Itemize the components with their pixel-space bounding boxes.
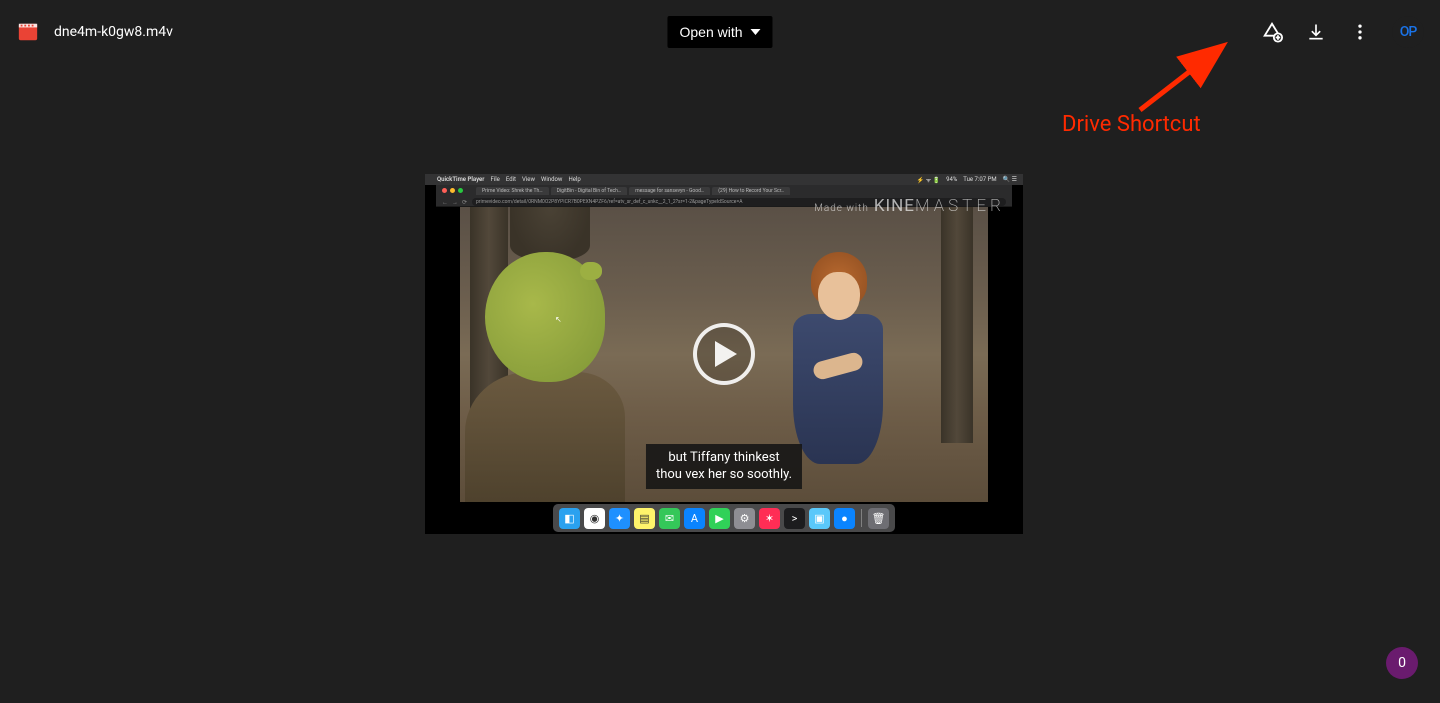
mac-menubar: QuickTime Player File Edit View Window H… [425,174,1023,185]
download-icon[interactable] [1304,20,1328,44]
comment-count-fab[interactable]: 0 [1386,647,1418,679]
dock-safari-icon: ✦ [609,508,630,529]
account-avatar[interactable]: OP [1392,16,1424,48]
window-traffic-lights [442,188,463,193]
spotlight-icon: 🔍 ☰ [1003,176,1017,183]
menu-help: Help [568,176,580,183]
battery-pct: 94% [946,176,957,183]
dock-globe-icon: ● [834,508,855,529]
dock-terminal-icon: > [784,508,805,529]
back-icon: ← [442,199,448,205]
dock-notes-icon: ▤ [634,508,655,529]
caption-line: thou vex her so soothly. [656,467,792,482]
reload-icon: ⟳ [462,199,468,205]
menu-window: Window [541,176,562,183]
dock-trash-icon: 🗑 [868,508,889,529]
scene-pillar [941,207,973,443]
caret-down-icon [751,29,761,35]
browser-tab: message for sansevyn - Good… [629,187,710,195]
browser-tab: DigitBin - Digital Bin of Tech… [551,187,628,195]
character-fiona [783,252,893,462]
menubar-app: QuickTime Player [437,176,484,183]
dock-preview-icon: ▣ [809,508,830,529]
menu-view: View [522,176,535,183]
browser-tab: (29) How to Record Your Scr… [712,187,790,195]
video-preview: QuickTime Player File Edit View Window H… [425,174,1023,534]
menu-file: File [490,176,499,183]
dock-chrome-icon: ◉ [584,508,605,529]
open-with-button[interactable]: Open with [667,16,772,48]
kinemaster-watermark: Made with KINEMASTER [814,196,1005,216]
clock: Tue 7:07 PM [963,176,996,183]
file-name: dne4m-k0gw8.m4v [54,24,173,40]
add-to-drive-icon[interactable] [1260,20,1284,44]
menu-edit: Edit [506,176,516,183]
cursor-icon: ↖ [555,315,562,324]
watermark-brand: MASTER [915,196,1005,216]
play-icon [715,341,737,367]
more-actions-icon[interactable] [1348,20,1372,44]
watermark-brand: KINE [874,196,915,216]
forward-icon: → [452,199,458,205]
character-shrek [460,252,625,502]
video-caption: but Tiffany thinkest thou vex her so soo… [646,444,802,489]
mac-dock: ◧◉✦▤✉A▶⚙✶>▣● 🗑 [553,504,895,532]
dock-messages-icon: ✉ [659,508,680,529]
watermark-prefix: Made with [814,203,869,214]
dock-appstore-icon: A [684,508,705,529]
play-button[interactable] [693,323,755,385]
dock-finder-icon: ◧ [559,508,580,529]
browser-tab: Prime Video: Shrek the Th… [476,187,549,195]
video-file-icon [16,20,40,44]
dock-settings-icon: ⚙ [734,508,755,529]
caption-line: but Tiffany thinkest [668,450,779,465]
annotation-label: Drive Shortcut [1062,112,1201,137]
dock-lips-icon: ✶ [759,508,780,529]
menubar-icons: ⚡ ᯤ 🔋 [917,176,940,184]
topbar-actions: OP [1260,16,1424,48]
dock-facetime-icon: ▶ [709,508,730,529]
viewer-topbar: dne4m-k0gw8.m4v Open with OP [0,0,1440,64]
open-with-label: Open with [679,24,742,40]
